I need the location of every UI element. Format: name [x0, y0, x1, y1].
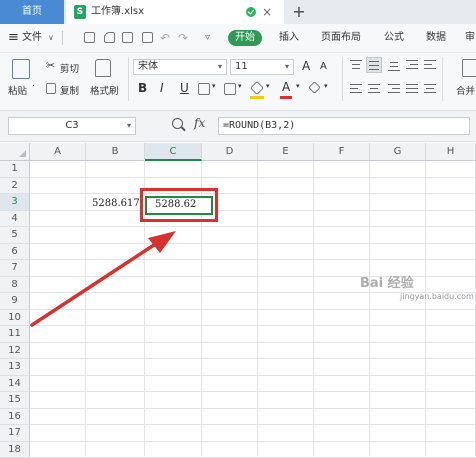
indent-increase-icon[interactable]: [424, 59, 436, 71]
redo-icon[interactable]: ↷: [178, 24, 188, 52]
fill-color-icon[interactable]: [250, 81, 264, 95]
ribbon-toolbar: 粘贴 · ✂ 剪切 复制 格式刷 宋体 ▾ 11 ▾ A A B I U ▾ ▾…: [0, 53, 476, 111]
font-color-icon[interactable]: A: [282, 80, 290, 94]
clear-format-icon[interactable]: [308, 81, 321, 94]
chevron-down-icon[interactable]: ∨: [48, 24, 54, 52]
chevron-down-icon: ▾: [218, 60, 222, 74]
print-icon[interactable]: [122, 32, 133, 43]
align-center-icon[interactable]: [368, 83, 380, 95]
quick-access-more-icon[interactable]: ▿: [205, 24, 210, 52]
tab-home[interactable]: 首页: [0, 0, 64, 24]
indent-decrease-icon[interactable]: [406, 59, 418, 71]
align-top-icon[interactable]: [350, 59, 362, 71]
paste-caret-icon[interactable]: ·: [32, 81, 35, 92]
align-right-icon[interactable]: [388, 83, 400, 95]
spreadsheet-file-icon: S: [74, 5, 86, 19]
align-left-icon[interactable]: [350, 83, 362, 95]
paste-label[interactable]: 粘贴: [8, 83, 27, 97]
undo-icon[interactable]: ↶: [160, 24, 170, 52]
cell-style-icon[interactable]: [224, 83, 236, 95]
chevron-down-icon: ▾: [285, 60, 289, 74]
align-middle-icon[interactable]: [366, 57, 382, 73]
export-pdf-icon[interactable]: [104, 32, 115, 43]
fill-color-swatch: [250, 96, 264, 99]
chevron-down-icon[interactable]: ▾: [296, 82, 300, 90]
font-size-select[interactable]: 11 ▾: [230, 59, 294, 75]
chevron-down-icon[interactable]: ▾: [212, 82, 216, 90]
print-preview-icon[interactable]: [142, 32, 153, 43]
watermark-logo: Bai 经验: [360, 272, 414, 291]
menu-start-tab[interactable]: 开始: [228, 30, 262, 46]
border-icon[interactable]: [198, 83, 210, 95]
copy-button[interactable]: 复制: [60, 83, 79, 97]
merge-center-button[interactable]: 合并: [456, 83, 475, 97]
bold-button[interactable]: B: [138, 81, 147, 95]
menu-insert[interactable]: 插入: [279, 24, 299, 52]
font-color-swatch: [280, 96, 292, 99]
new-tab-button[interactable]: +: [288, 0, 310, 24]
merge-cells-icon[interactable]: [462, 59, 476, 77]
align-bottom-icon[interactable]: [388, 59, 400, 71]
format-painter-icon[interactable]: [95, 59, 111, 77]
watermark-url: jingyan.baidu.com: [400, 292, 474, 301]
menu-divider: [62, 31, 63, 45]
font-name-value: 宋体: [138, 61, 158, 72]
formula-bar: C3 ▾ fx =ROUND(B3,2): [0, 111, 476, 142]
justify-icon[interactable]: [406, 83, 418, 95]
insert-function-icon[interactable]: fx: [194, 116, 205, 130]
menu-page-layout[interactable]: 页面布局: [321, 24, 361, 52]
zoom-icon[interactable]: [172, 118, 183, 129]
font-name-select[interactable]: 宋体 ▾: [133, 59, 227, 75]
tab-workbook[interactable]: S 工作簿.xlsx ×: [66, 0, 284, 24]
paste-icon[interactable]: [12, 59, 30, 79]
ribbon-divider: [442, 57, 443, 101]
chevron-down-icon[interactable]: ▾: [324, 82, 328, 90]
ribbon-divider: [342, 57, 343, 101]
chevron-down-icon[interactable]: ▾: [238, 82, 242, 90]
menu-formula[interactable]: 公式: [384, 24, 404, 52]
format-painter-button[interactable]: 格式刷: [90, 83, 119, 97]
distributed-align-icon[interactable]: [424, 83, 436, 95]
cut-button[interactable]: 剪切: [60, 61, 79, 75]
tab-workbook-label: 工作簿.xlsx: [91, 0, 144, 24]
copy-icon[interactable]: [46, 83, 56, 94]
menu-bar: ≡ 文件 ∨ ↶ ↷ ▿ 开始 插入 页面布局 公式 数据 审: [0, 24, 476, 53]
saved-check-icon: [246, 7, 256, 17]
scissors-icon[interactable]: ✂: [46, 59, 55, 72]
shrink-font-icon[interactable]: A: [320, 61, 327, 72]
italic-button[interactable]: I: [160, 81, 164, 95]
hamburger-menu-icon[interactable]: ≡: [8, 24, 19, 52]
grow-font-icon[interactable]: A: [302, 59, 310, 73]
underline-button[interactable]: U: [180, 81, 189, 95]
name-box-value: C3: [65, 120, 78, 131]
font-size-value: 11: [235, 61, 248, 72]
menu-file[interactable]: 文件: [22, 24, 42, 52]
ribbon-divider: [128, 57, 129, 101]
menu-data[interactable]: 数据: [426, 24, 446, 52]
chevron-down-icon[interactable]: ▾: [266, 82, 270, 90]
close-tab-icon[interactable]: ×: [262, 0, 272, 24]
formula-input[interactable]: =ROUND(B3,2): [218, 117, 470, 135]
save-icon[interactable]: [84, 32, 95, 43]
chevron-down-icon[interactable]: ▾: [127, 118, 131, 134]
menu-review[interactable]: 审: [465, 24, 475, 52]
name-box[interactable]: C3 ▾: [8, 117, 136, 135]
